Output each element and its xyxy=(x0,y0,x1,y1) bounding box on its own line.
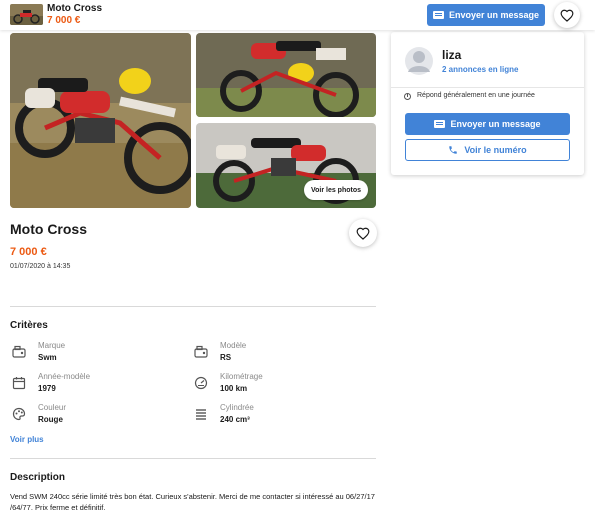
criteria-value: 100 km xyxy=(220,384,248,393)
criteria-label: Kilométrage xyxy=(220,372,263,381)
send-message-button[interactable]: Envoyer un message xyxy=(405,113,570,135)
criteria-item-brand: Marque Swm xyxy=(12,341,182,369)
listing-title: Moto Cross xyxy=(10,221,87,237)
criteria-label: Couleur xyxy=(38,403,67,412)
criteria-label: Modèle xyxy=(220,341,247,350)
favorite-button[interactable] xyxy=(349,219,377,247)
description-text: Vend SWM 240cc série limité très bon éta… xyxy=(10,492,375,512)
criteria-label: Marque xyxy=(38,341,66,350)
header-price: 7 000 € xyxy=(47,15,81,26)
criteria-item-year: Année-modèle 1979 xyxy=(12,372,182,400)
gallery-photo-2[interactable] xyxy=(196,33,376,117)
criteria-item-mileage: Kilométrage 100 km xyxy=(194,372,364,400)
criteria-item-displacement: Cylindrée 240 cm³ xyxy=(194,403,364,431)
seller-card: liza 2 annonces en ligne Répond générale… xyxy=(391,32,584,175)
message-icon xyxy=(432,11,444,19)
listing-date: 01/07/2020 à 14:35 xyxy=(10,263,71,270)
criteria-label: Cylindrée xyxy=(220,403,254,412)
seller-ads-link[interactable]: 2 annonces en ligne xyxy=(442,65,518,74)
criteria-label: Année-modèle xyxy=(38,372,91,381)
calendar-icon xyxy=(12,377,26,390)
clock-icon xyxy=(404,93,411,100)
show-phone-button[interactable]: Voir le numéro xyxy=(405,139,570,161)
divider xyxy=(10,458,376,459)
criteria-value: Swm xyxy=(38,353,57,362)
avatar[interactable] xyxy=(405,44,433,78)
header-message-label: Envoyer un message xyxy=(448,10,540,20)
listing-price: 7 000 € xyxy=(10,246,47,258)
criteria-item-model: Modèle RS xyxy=(194,341,364,369)
phone-icon xyxy=(449,146,458,154)
criteria-value: RS xyxy=(220,353,232,362)
sticky-header: Moto Cross 7 000 € Envoyer un message xyxy=(0,0,595,30)
show-phone-label: Voir le numéro xyxy=(464,145,527,155)
heart-icon xyxy=(560,9,574,22)
main-photo[interactable] xyxy=(10,33,191,208)
message-icon xyxy=(434,120,446,128)
divider xyxy=(10,306,376,307)
palette-icon xyxy=(12,407,26,421)
send-message-label: Envoyer un message xyxy=(450,119,541,129)
criteria-value: 1979 xyxy=(38,384,56,393)
header-message-button[interactable]: Envoyer un message xyxy=(427,4,545,26)
description-title: Description xyxy=(10,472,66,483)
header-favorite-button[interactable] xyxy=(554,2,580,28)
speedometer-icon xyxy=(194,376,208,390)
see-more-link[interactable]: Voir plus xyxy=(10,435,44,444)
seller-name[interactable]: liza xyxy=(442,48,461,62)
heart-icon xyxy=(356,227,370,240)
engine-icon xyxy=(196,409,206,420)
reply-time-text: Répond généralement en une journée xyxy=(417,92,535,99)
tag-icon xyxy=(194,345,208,358)
criteria-title: Critères xyxy=(10,320,48,331)
tag-icon xyxy=(12,345,26,358)
divider xyxy=(391,87,584,88)
listing-thumbnail[interactable] xyxy=(10,4,43,25)
criteria-value: 240 cm³ xyxy=(220,415,250,424)
criteria-value: Rouge xyxy=(38,415,63,424)
header-title: Moto Cross xyxy=(47,3,102,14)
see-photos-button[interactable]: Voir les photos xyxy=(304,180,368,200)
criteria-item-color: Couleur Rouge xyxy=(12,403,182,431)
